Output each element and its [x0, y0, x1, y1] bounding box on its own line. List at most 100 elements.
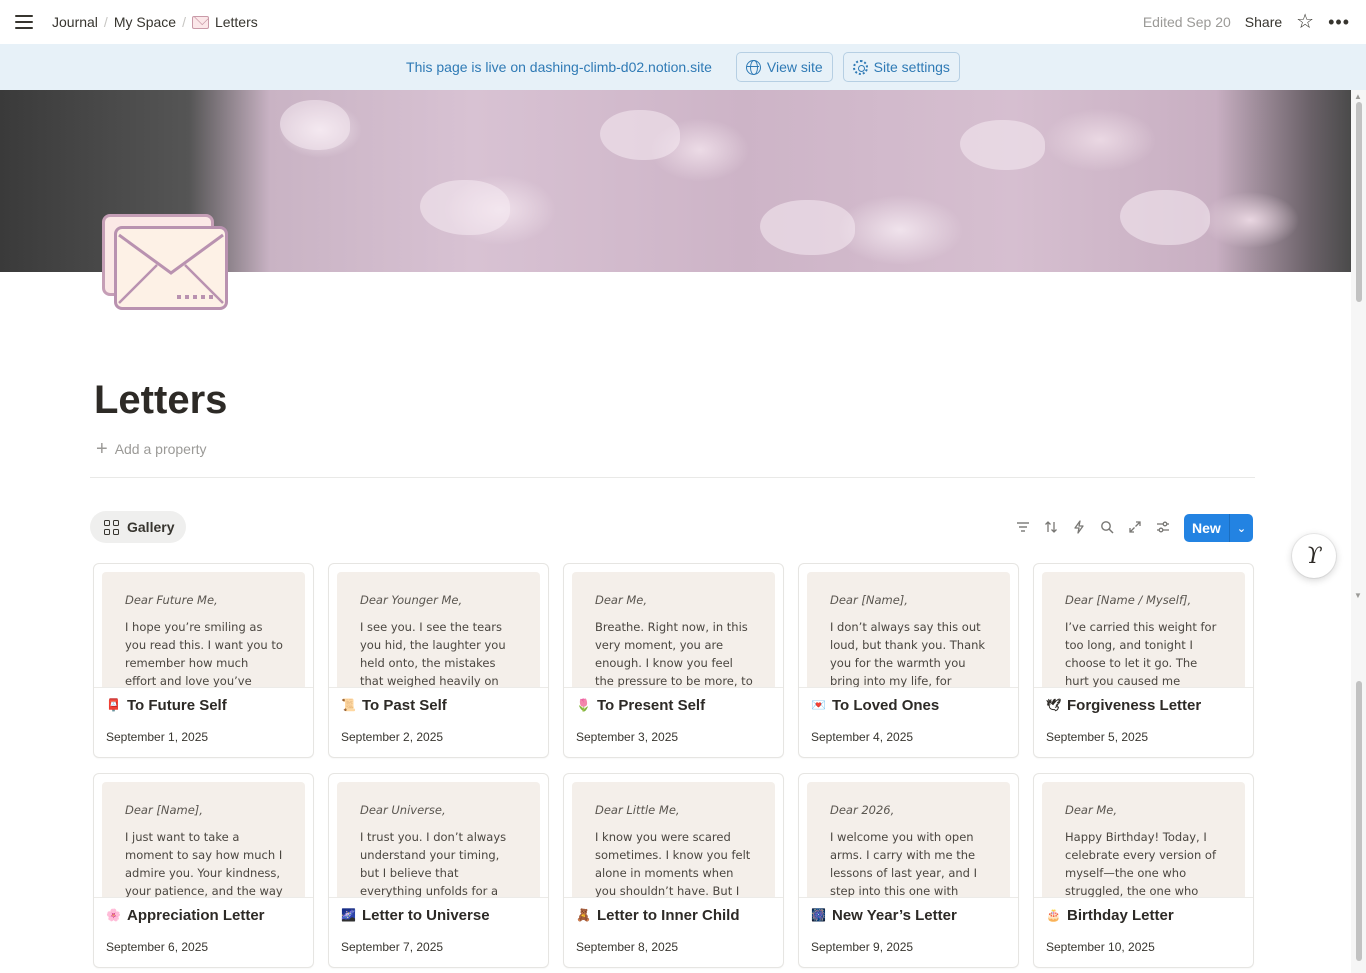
card-body-text: I see you. I see the tears you hid, the …	[360, 620, 506, 687]
card-salutation: Dear Future Me,	[125, 593, 218, 607]
breadcrumb-my-space[interactable]: My Space	[110, 12, 180, 32]
page-envelope-icon[interactable]	[102, 214, 228, 310]
scrollbar[interactable]: ▲ ▼	[1351, 90, 1366, 973]
breadcrumb-separator: /	[182, 14, 186, 30]
card-body-text: I welcome you with open arms. I carry wi…	[830, 830, 978, 897]
gallery-card-9[interactable]: Dear 2026, I welcome you with open arms.…	[798, 773, 1019, 968]
card-preview: Dear Future Me, I hope you’re smiling as…	[102, 572, 305, 687]
breadcrumb-separator: /	[103, 14, 108, 30]
card-title: 🧸 Letter to Inner Child	[576, 907, 739, 924]
expand-icon[interactable]	[1124, 516, 1146, 538]
gallery-card-6[interactable]: Dear [Name], I just want to take a momen…	[93, 773, 314, 968]
card-preview: Dear Universe, I trust you. I don’t alwa…	[337, 782, 540, 897]
view-site-button[interactable]: View site	[735, 52, 833, 82]
more-options-icon[interactable]: •••	[1328, 12, 1354, 33]
gallery-card-5[interactable]: Dear [Name / Myself], I’ve carried this …	[1033, 563, 1254, 758]
card-date: September 8, 2025	[576, 940, 679, 954]
gallery-card-2[interactable]: Dear Younger Me, I see you. I see the te…	[328, 563, 549, 758]
card-title: 💌 To Loved Ones	[811, 697, 939, 714]
card-salutation: Dear Me,	[595, 593, 648, 607]
gallery-card-4[interactable]: Dear [Name], I don’t always say this out…	[798, 563, 1019, 758]
tab-gallery-label: Gallery	[127, 519, 175, 535]
card-salutation: Dear [Name],	[125, 803, 203, 817]
card-salutation: Dear [Name],	[830, 593, 908, 607]
card-title-label: To Present Self	[597, 697, 706, 714]
card-title: 🎂 Birthday Letter	[1046, 907, 1174, 924]
gallery-card-7[interactable]: Dear Universe, I trust you. I don’t alwa…	[328, 773, 549, 968]
chevron-down-icon[interactable]: ⌄	[1230, 522, 1253, 535]
card-title: 🎆 New Year’s Letter	[811, 907, 957, 924]
card-date: September 7, 2025	[341, 940, 444, 954]
gallery-card-8[interactable]: Dear Little Me, I know you were scared s…	[563, 773, 784, 968]
new-button[interactable]: New ⌄	[1184, 514, 1253, 542]
share-button[interactable]: Share	[1245, 14, 1282, 30]
card-preview: Dear [Name], I don’t always say this out…	[807, 572, 1010, 687]
filter-icon[interactable]	[1012, 516, 1034, 538]
card-preview: Dear Me, Happy Birthday! Today, I celebr…	[1042, 782, 1245, 897]
gallery-card-10[interactable]: Dear Me, Happy Birthday! Today, I celebr…	[1033, 773, 1254, 968]
card-title: 🌷 To Present Self	[576, 697, 705, 714]
card-title-label: Forgiveness Letter	[1067, 697, 1202, 714]
card-date: September 3, 2025	[576, 730, 679, 744]
view-site-label: View site	[766, 59, 823, 75]
gallery-grid-icon	[104, 519, 119, 535]
card-body-text: I know you were scared sometimes. I know…	[595, 830, 751, 897]
sort-icon[interactable]	[1040, 516, 1062, 538]
site-live-banner: This page is live on dashing-climb-d02.n…	[0, 44, 1366, 90]
sidebar-menu-icon[interactable]	[12, 10, 36, 34]
card-body-text: I’ve carried this weight for too long, a…	[1065, 620, 1217, 687]
card-preview: Dear 2026, I welcome you with open arms.…	[807, 782, 1010, 897]
card-date: September 1, 2025	[106, 730, 209, 744]
card-preview: Dear Little Me, I know you were scared s…	[572, 782, 775, 897]
card-preview: Dear [Name / Myself], I’ve carried this …	[1042, 572, 1245, 687]
scroll-down-icon[interactable]: ▼	[1354, 591, 1362, 600]
gallery-card-1[interactable]: Dear Future Me, I hope you’re smiling as…	[93, 563, 314, 758]
card-date: September 2, 2025	[341, 730, 444, 744]
breadcrumb: Journal / My Space / Letters	[48, 12, 262, 32]
fireworks-icon: 🎆	[811, 908, 826, 922]
settings-sliders-icon[interactable]	[1152, 516, 1174, 538]
card-body-text: I don’t always say this out loud, but th…	[830, 620, 986, 687]
page-title[interactable]: Letters	[94, 378, 227, 423]
card-preview: Dear Younger Me, I see you. I see the te…	[337, 572, 540, 687]
site-settings-label: Site settings	[873, 59, 950, 75]
automation-lightning-icon[interactable]	[1068, 516, 1090, 538]
mailbox-icon: 📮	[106, 698, 121, 712]
breadcrumb-label: My Space	[113, 14, 177, 30]
envelope-icon	[191, 15, 209, 29]
card-title: 📜 To Past Self	[341, 697, 447, 714]
edited-timestamp: Edited Sep 20	[1142, 14, 1231, 30]
star-icon[interactable]: ☆	[1296, 12, 1314, 32]
breadcrumb-letters[interactable]: Letters	[188, 12, 262, 32]
card-title-label: To Loved Ones	[832, 697, 940, 714]
gear-icon	[852, 59, 868, 75]
card-title-label: Appreciation Letter	[127, 907, 265, 924]
card-title: 🌌 Letter to Universe	[341, 907, 490, 924]
breadcrumb-journal[interactable]: Journal	[48, 12, 102, 32]
add-property-label: Add a property	[114, 441, 207, 457]
notion-ai-icon[interactable]: ϒ	[1292, 534, 1336, 578]
card-salutation: Dear 2026,	[830, 803, 895, 817]
scrollbar-thumb[interactable]	[1356, 102, 1362, 302]
tab-gallery[interactable]: Gallery	[90, 511, 187, 543]
site-settings-button[interactable]: Site settings	[842, 52, 960, 82]
search-icon[interactable]	[1096, 516, 1118, 538]
card-date: September 4, 2025	[811, 730, 914, 744]
card-body-text: I hope you’re smiling as you read this. …	[125, 620, 283, 687]
globe-icon	[745, 59, 761, 75]
add-property-button[interactable]: + Add a property	[96, 439, 207, 459]
gallery-card-3[interactable]: Dear Me, Breathe. Right now, in this ver…	[563, 563, 784, 758]
scrollbar-thumb-secondary[interactable]	[1356, 681, 1362, 961]
card-title-label: To Future Self	[127, 697, 227, 714]
card-salutation: Dear Little Me,	[595, 803, 680, 817]
card-salutation: Dear Me,	[1065, 803, 1118, 817]
card-body-text: Breathe. Right now, in this very moment,…	[595, 620, 753, 687]
card-title: 🕊 Forgiveness Letter	[1046, 697, 1201, 714]
card-salutation: Dear [Name / Myself],	[1065, 593, 1192, 607]
banner-text: This page is live on dashing-climb-d02.n…	[406, 59, 712, 75]
dove-icon: 🕊	[1046, 698, 1062, 712]
card-preview: Dear Me, Breathe. Right now, in this ver…	[572, 572, 775, 687]
top-bar: Journal / My Space / Letters Edited Sep …	[0, 0, 1366, 44]
scroll-up-icon[interactable]: ▲	[1354, 92, 1362, 101]
card-date: September 5, 2025	[1046, 730, 1149, 744]
